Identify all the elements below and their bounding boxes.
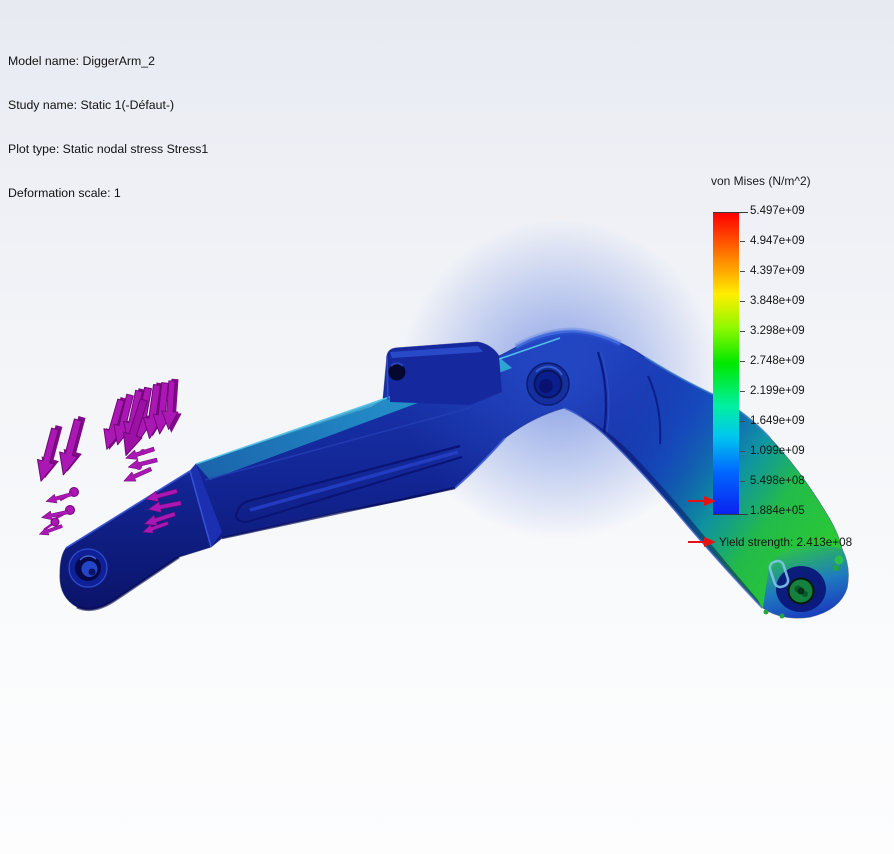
legend-tick (740, 391, 745, 392)
legend-tick (740, 301, 745, 302)
legend-title: von Mises (N/m^2) (711, 174, 811, 188)
study-name-label: Study name: Static 1(-Défaut-) (8, 98, 208, 113)
mounting-ear (387, 342, 502, 405)
legend-value: 5.498e+08 (750, 474, 840, 488)
stress-colorbar[interactable] (713, 213, 739, 514)
deformation-scale-label: Deformation scale: 1 (8, 186, 208, 201)
legend-value: 5.497e+09 (750, 204, 840, 218)
yield-strength-label: Yield strength: 2.413e+08 (719, 536, 852, 549)
legend-value: 3.298e+09 (750, 324, 840, 338)
load-arrows-cluster-d (38, 488, 79, 539)
legend-tick (740, 451, 745, 452)
plot-type-label: Plot type: Static nodal stress Stress1 (8, 142, 208, 157)
clevis-pin-hole (69, 549, 107, 587)
plot-info: Model name: DiggerArm_2 Study name: Stat… (8, 25, 208, 215)
legend-min-line (713, 514, 748, 515)
legend-tick (740, 481, 745, 482)
legend-value: 2.748e+09 (750, 354, 840, 368)
ear-hole (389, 364, 406, 381)
legend-value: 4.947e+09 (750, 234, 840, 248)
legend-value: 2.199e+09 (750, 384, 840, 398)
legend-value: 3.848e+09 (750, 294, 840, 308)
legend-max-line (713, 212, 748, 213)
legend-tick (740, 361, 745, 362)
legend-value: 1.649e+09 (750, 414, 840, 428)
model-name-label: Model name: DiggerArm_2 (8, 54, 208, 69)
legend-tick (740, 241, 745, 242)
legend-tick (740, 421, 745, 422)
elbow-pin-boss (527, 363, 569, 405)
legend-value: 1.884e+05 (750, 504, 840, 518)
yield-marker-arrow-icon (688, 495, 718, 507)
load-arrows-cluster-b (99, 378, 184, 458)
yield-label-arrow-icon (688, 536, 718, 548)
legend-tick (740, 271, 745, 272)
legend-value: 1.099e+09 (750, 444, 840, 458)
legend-value: 4.397e+09 (750, 264, 840, 278)
load-arrows-cluster-a (32, 415, 91, 484)
legend-tick (740, 331, 745, 332)
